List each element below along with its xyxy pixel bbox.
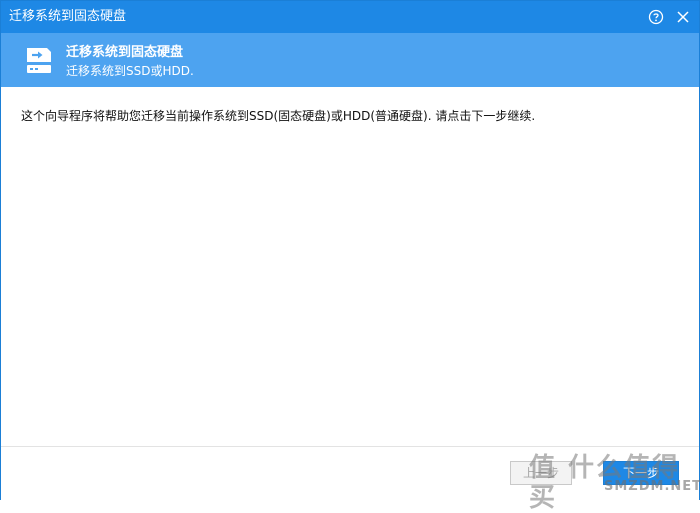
wizard-header-title: 迁移系统到固态硬盘	[66, 45, 184, 60]
wizard-header-subtitle: 迁移系统到SSD或HDD.	[66, 64, 194, 78]
previous-button[interactable]: 上一步	[510, 461, 572, 485]
wizard-description: 这个向导程序将帮助您迁移当前操作系统到SSD(固态硬盘)或HDD(普通硬盘). …	[21, 109, 536, 123]
next-button[interactable]: 下一步	[603, 461, 679, 485]
close-icon	[677, 11, 689, 23]
help-button[interactable]	[646, 7, 666, 27]
wizard-window: 迁移系统到固态硬盘 迁移系统到固态硬盘 迁移系统到SSD或HDD. 这个向导程序…	[0, 0, 700, 513]
help-icon	[648, 9, 664, 25]
drive-arrow-icon	[27, 48, 51, 73]
wizard-footer: 上一步 下一步	[1, 446, 699, 500]
window-title: 迁移系统到固态硬盘	[9, 9, 127, 24]
title-bar: 迁移系统到固态硬盘	[1, 1, 699, 33]
close-button[interactable]	[673, 7, 693, 27]
wizard-header: 迁移系统到固态硬盘 迁移系统到SSD或HDD.	[1, 33, 699, 87]
